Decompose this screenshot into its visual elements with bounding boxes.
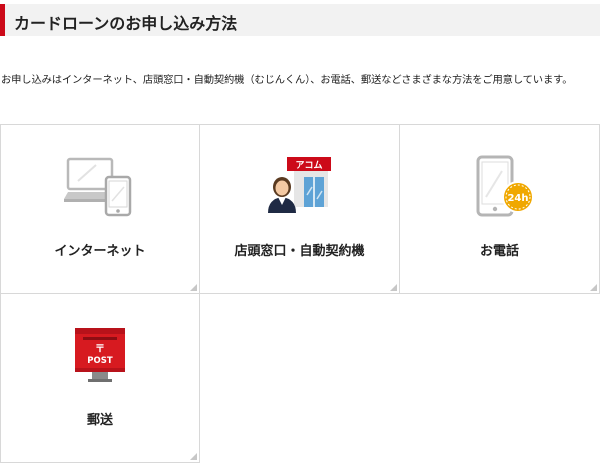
section-header: カードローンのお申し込み方法 (0, 4, 600, 36)
method-phone[interactable]: 24h お電話 (399, 124, 600, 294)
postal-mark-text: 〒 (95, 343, 105, 355)
method-store[interactable]: アコム 店頭窓口・自動契約機 (199, 124, 400, 294)
method-mail[interactable]: 〒 POST 郵送 (0, 293, 200, 463)
corner-arrow-icon (590, 284, 597, 291)
corner-arrow-icon (390, 284, 397, 291)
method-label: インターネット (54, 244, 146, 259)
badge-24h-text: 24h (507, 193, 528, 204)
method-internet[interactable]: インターネット (0, 124, 200, 294)
corner-arrow-icon (190, 284, 197, 291)
method-label: 郵送 (86, 413, 113, 428)
phone-24h-icon: 24h (476, 155, 534, 217)
store-staff-icon: アコム (267, 157, 331, 213)
postbox-icon: 〒 POST (75, 328, 125, 382)
method-label: お電話 (479, 244, 519, 259)
store-sign-text: アコム (295, 160, 322, 171)
application-methods-grid: インターネット アコム 店頭窓口・自動契約機 24h お電話 〒 POST 郵送 (0, 124, 600, 464)
corner-arrow-icon (190, 453, 197, 460)
method-label: 店頭窓口・自動契約機 (234, 244, 365, 259)
page-title: カードローンのお申し込み方法 (14, 14, 238, 33)
laptop-smartphone-icon (64, 157, 132, 217)
post-text: POST (87, 356, 113, 366)
intro-text: お申し込みはインターネット、店頭窓口・自動契約機（むじんくん）、お電話、郵送など… (1, 74, 573, 86)
